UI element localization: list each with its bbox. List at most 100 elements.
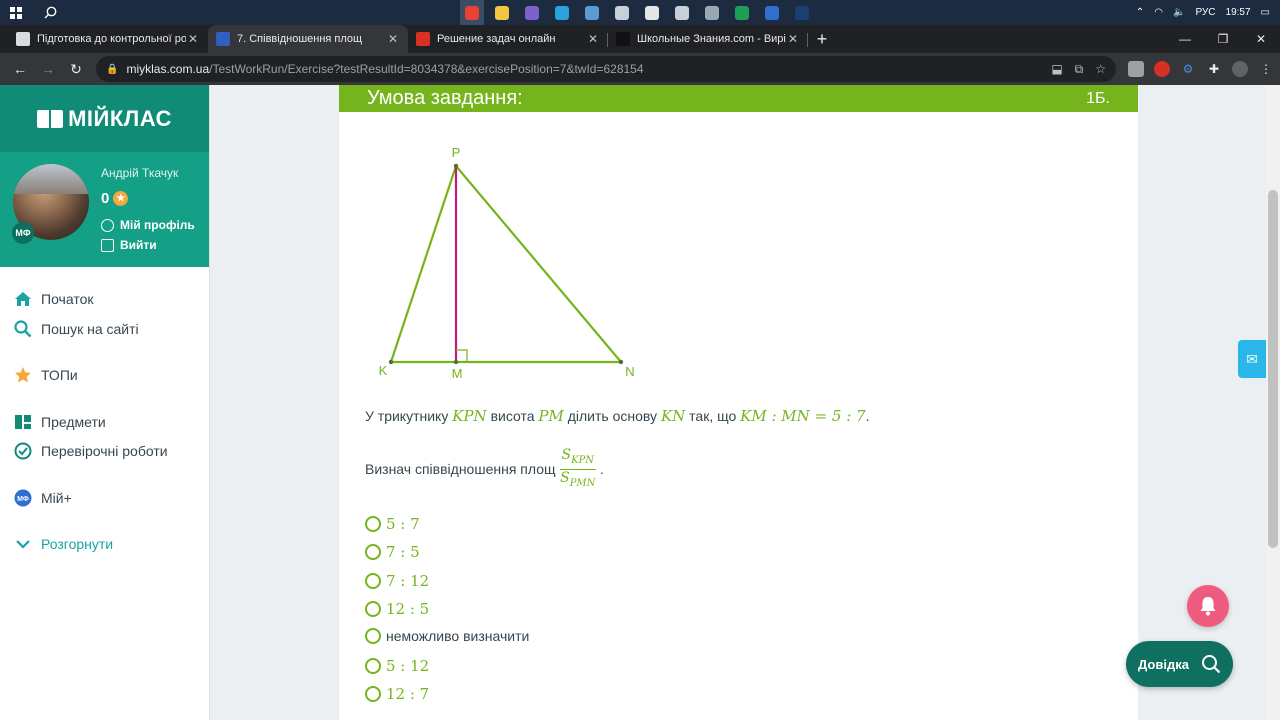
browser-tab-strip: Підготовка до контрольної робо ✕ 7. Співві… <box>0 25 1280 53</box>
browser-tab[interactable]: Школьные Знания.com - Вирішу ✕ <box>608 25 808 53</box>
close-tab-icon[interactable]: ✕ <box>386 32 400 46</box>
answer-option-label: 7 : 5 <box>386 543 420 562</box>
taskbar-app-app7[interactable] <box>640 0 664 25</box>
sidebar: МІЙКЛАС МФ Андрій Ткачук 0 ★ Мій профіль… <box>0 85 210 720</box>
taskbar-app-calc[interactable] <box>610 0 634 25</box>
sidebar-item-subjects[interactable]: Предмети <box>13 412 106 431</box>
volume-icon[interactable]: 🔈 <box>1173 7 1185 18</box>
browser-tab[interactable]: Решение задач онлайн ✕ <box>408 25 608 53</box>
taskbar-app-viber[interactable] <box>520 0 544 25</box>
translate-icon[interactable]: ⧉ <box>1075 62 1084 77</box>
wifi-icon[interactable]: ◠ <box>1154 7 1163 18</box>
my-profile-link[interactable]: Мій профіль <box>101 218 195 232</box>
language-indicator[interactable]: РУС <box>1195 7 1215 18</box>
close-window-button[interactable]: ✕ <box>1242 32 1280 46</box>
windows-taskbar: ⌃ ◠ 🔈 РУС 19:57 ▭ <box>0 0 1280 25</box>
sidebar-item-label: Предмети <box>41 413 106 430</box>
label-n: N <box>625 364 634 379</box>
envelope-icon: ✉ <box>1246 350 1258 367</box>
answer-option[interactable]: 5 : 7 <box>365 515 420 533</box>
books-icon <box>13 412 32 431</box>
taskbar-app-camera[interactable] <box>700 0 724 25</box>
notifications-bell-button[interactable] <box>1187 585 1229 627</box>
help-button[interactable]: Довідка <box>1126 641 1233 687</box>
extension-icon[interactable]: ⚙ <box>1180 61 1196 77</box>
telegram-icon <box>555 5 569 20</box>
clock[interactable]: 19:57 <box>1226 7 1251 18</box>
install-icon[interactable]: ⬓ <box>1051 62 1062 77</box>
browser-tab[interactable]: 7. Співвідношення площ ✕ <box>208 25 408 53</box>
close-tab-icon[interactable]: ✕ <box>186 32 200 46</box>
answer-option[interactable]: 7 : 12 <box>365 572 429 590</box>
forward-button[interactable]: → <box>34 55 62 83</box>
close-tab-icon[interactable]: ✕ <box>786 32 800 46</box>
logout-link[interactable]: Вийти <box>101 238 157 252</box>
extension-icon[interactable] <box>1128 61 1144 77</box>
taskbar-app-files[interactable] <box>490 0 514 25</box>
taskbar-app-excel[interactable] <box>730 0 754 25</box>
radio-button[interactable] <box>365 685 381 702</box>
my-profile-label: Мій профіль <box>120 218 195 232</box>
calc-icon <box>615 5 629 20</box>
chevron-up-icon[interactable]: ⌃ <box>1136 7 1144 18</box>
feedback-button[interactable]: ✉ <box>1238 340 1266 378</box>
answer-option[interactable]: 5 : 12 <box>365 657 429 675</box>
page-scrollbar[interactable] <box>1266 85 1280 720</box>
notifications-icon[interactable]: ▭ <box>1261 7 1270 18</box>
scrollbar-thumb[interactable] <box>1268 190 1278 548</box>
radio-button[interactable] <box>365 657 381 674</box>
taskbar-app-telegram[interactable] <box>550 0 574 25</box>
maximize-button[interactable]: ❐ <box>1204 32 1242 46</box>
radio-button[interactable] <box>365 600 381 617</box>
radio-button[interactable] <box>365 516 381 532</box>
sidebar-item-tests[interactable]: Перевірочні роботи <box>13 441 168 460</box>
puzzle-icon[interactable]: ✚ <box>1206 61 1222 77</box>
search-icon <box>13 319 32 338</box>
windows-icon[interactable] <box>6 3 26 23</box>
radio-button[interactable] <box>365 572 381 589</box>
app5-icon <box>585 5 599 20</box>
site-logo[interactable]: МІЙКЛАС <box>0 85 209 152</box>
menu-dots-icon[interactable]: ⋮ <box>1258 61 1274 77</box>
chevron-down-icon <box>13 534 32 553</box>
browser-tab[interactable]: Підготовка до контрольної робо ✕ <box>8 25 208 53</box>
sidebar-item-myplus[interactable]: МФ Мій+ <box>13 488 72 507</box>
help-label: Довідка <box>1138 656 1189 672</box>
radio-button[interactable] <box>365 544 381 561</box>
star-badge-icon: ★ <box>113 191 129 206</box>
minimize-button[interactable]: — <box>1166 32 1204 46</box>
fraction-denominator: SPMN <box>560 470 595 492</box>
profile-avatar-icon[interactable] <box>1232 61 1248 77</box>
sidebar-item-label: Мій+ <box>41 489 72 506</box>
answer-option-label: 5 : 7 <box>386 515 420 533</box>
taskbar-app-app5[interactable] <box>580 0 604 25</box>
answer-option[interactable]: 12 : 5 <box>365 600 429 618</box>
radio-button[interactable] <box>365 628 381 645</box>
answer-option[interactable]: 7 : 5 <box>365 543 420 561</box>
sidebar-item-expand[interactable]: Розгорнути <box>13 534 113 553</box>
url-path: /TestWorkRun/Exercise?testResultId=80343… <box>209 62 644 76</box>
math-triangle: KPN <box>452 407 487 425</box>
answer-option[interactable]: 12 : 7 <box>365 685 429 703</box>
sidebar-item-label: ТОПи <box>41 366 78 383</box>
reload-button[interactable]: ↻ <box>62 55 90 83</box>
answer-option-label: неможливо визначити <box>386 628 530 645</box>
back-button[interactable]: ← <box>6 55 34 83</box>
sidebar-item-home[interactable]: Початок <box>13 289 93 308</box>
address-bar[interactable]: 🔒 miyklas.com.ua /TestWorkRun/Exercise?t… <box>96 56 1116 82</box>
taskbar-app-usb[interactable] <box>670 0 694 25</box>
taskbar-app-chrome[interactable] <box>460 0 484 25</box>
lock-icon[interactable]: 🔒 <box>106 64 118 75</box>
sidebar-item-search[interactable]: Пошук на сайті <box>13 319 139 338</box>
close-tab-icon[interactable]: ✕ <box>586 32 600 46</box>
label-k: K <box>379 363 388 378</box>
taskbar-app-word[interactable] <box>760 0 784 25</box>
extension-icon[interactable] <box>1154 61 1170 77</box>
new-tab-button[interactable]: + <box>808 25 836 53</box>
search-icon[interactable] <box>40 3 60 23</box>
sidebar-item-tops[interactable]: ТОПи <box>13 365 78 384</box>
answer-option[interactable]: неможливо визначити <box>365 628 530 645</box>
text: висота <box>490 408 535 424</box>
bookmark-star-icon[interactable]: ☆ <box>1095 62 1106 77</box>
taskbar-app-photoshop[interactable] <box>790 0 814 25</box>
